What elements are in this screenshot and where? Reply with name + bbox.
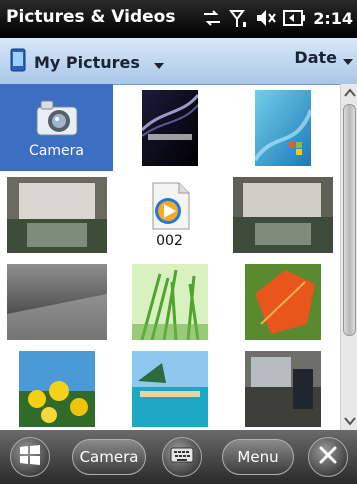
chevron-down-icon	[153, 63, 164, 69]
thumb-room-3[interactable]	[226, 345, 339, 432]
thumb-catchwell[interactable]	[113, 84, 226, 171]
clock: 2:14	[313, 8, 353, 28]
start-button[interactable]	[10, 437, 50, 477]
folder-selector[interactable]: My Pictures	[10, 48, 164, 76]
keyboard-button[interactable]	[162, 437, 202, 477]
media-player-icon	[147, 181, 193, 231]
close-icon	[318, 445, 338, 469]
chevron-down-icon	[343, 58, 353, 65]
softkey-bar: Camera Menu	[0, 430, 357, 484]
keyboard-icon	[170, 446, 194, 468]
title-bar: Pictures & Videos 2:14	[0, 0, 357, 38]
photo-thumbnail	[232, 176, 333, 253]
thumb-beach-pool[interactable]	[113, 345, 226, 432]
scroll-thumb[interactable]	[343, 104, 356, 336]
photo-thumbnail	[244, 263, 321, 340]
vertical-scrollbar[interactable]	[340, 84, 357, 430]
thumb-yellow-flowers[interactable]	[0, 345, 113, 432]
thumb-windows-wallpaper[interactable]	[226, 84, 339, 171]
signal-icon	[228, 7, 250, 29]
tile-caption: Camera	[29, 142, 84, 159]
menu-softkey[interactable]: Menu	[222, 439, 294, 475]
photo-thumbnail	[131, 263, 208, 340]
app-title: Pictures & Videos	[6, 7, 176, 27]
photo-thumbnail	[6, 263, 107, 340]
video-002[interactable]: 002	[113, 171, 226, 258]
camera-softkey[interactable]: Camera	[72, 439, 146, 475]
photo-thumbnail	[244, 350, 321, 427]
battery-icon	[282, 7, 306, 29]
sort-label: Date	[294, 48, 337, 67]
scroll-down-icon[interactable]	[341, 412, 357, 430]
volume-muted-icon	[255, 7, 277, 29]
thumb-autumn-leaf[interactable]	[226, 258, 339, 345]
windows-logo-icon	[19, 444, 41, 470]
thumb-gray-blur[interactable]	[0, 258, 113, 345]
tile-caption: 002	[156, 232, 183, 249]
sync-icon	[201, 8, 223, 28]
photo-thumbnail	[131, 350, 208, 427]
photo-thumbnail	[6, 176, 107, 253]
photo-thumbnail	[254, 89, 311, 166]
picture-grid: Camera 002	[0, 84, 340, 430]
close-button[interactable]	[308, 437, 348, 477]
thumb-room-2[interactable]	[226, 171, 339, 258]
photo-thumbnail	[141, 89, 198, 166]
folder-header: My Pictures Date	[0, 38, 357, 85]
folder-icon	[10, 48, 26, 76]
thumb-green-grass[interactable]	[113, 258, 226, 345]
sort-selector[interactable]: Date	[294, 48, 353, 67]
photo-thumbnail	[18, 350, 95, 427]
thumb-room-1[interactable]	[0, 171, 113, 258]
folder-label: My Pictures	[34, 52, 140, 72]
camera-icon	[33, 97, 81, 141]
status-area[interactable]: 2:14	[201, 4, 353, 32]
camera-tile[interactable]: Camera	[0, 84, 113, 171]
scroll-up-icon[interactable]	[341, 84, 357, 102]
